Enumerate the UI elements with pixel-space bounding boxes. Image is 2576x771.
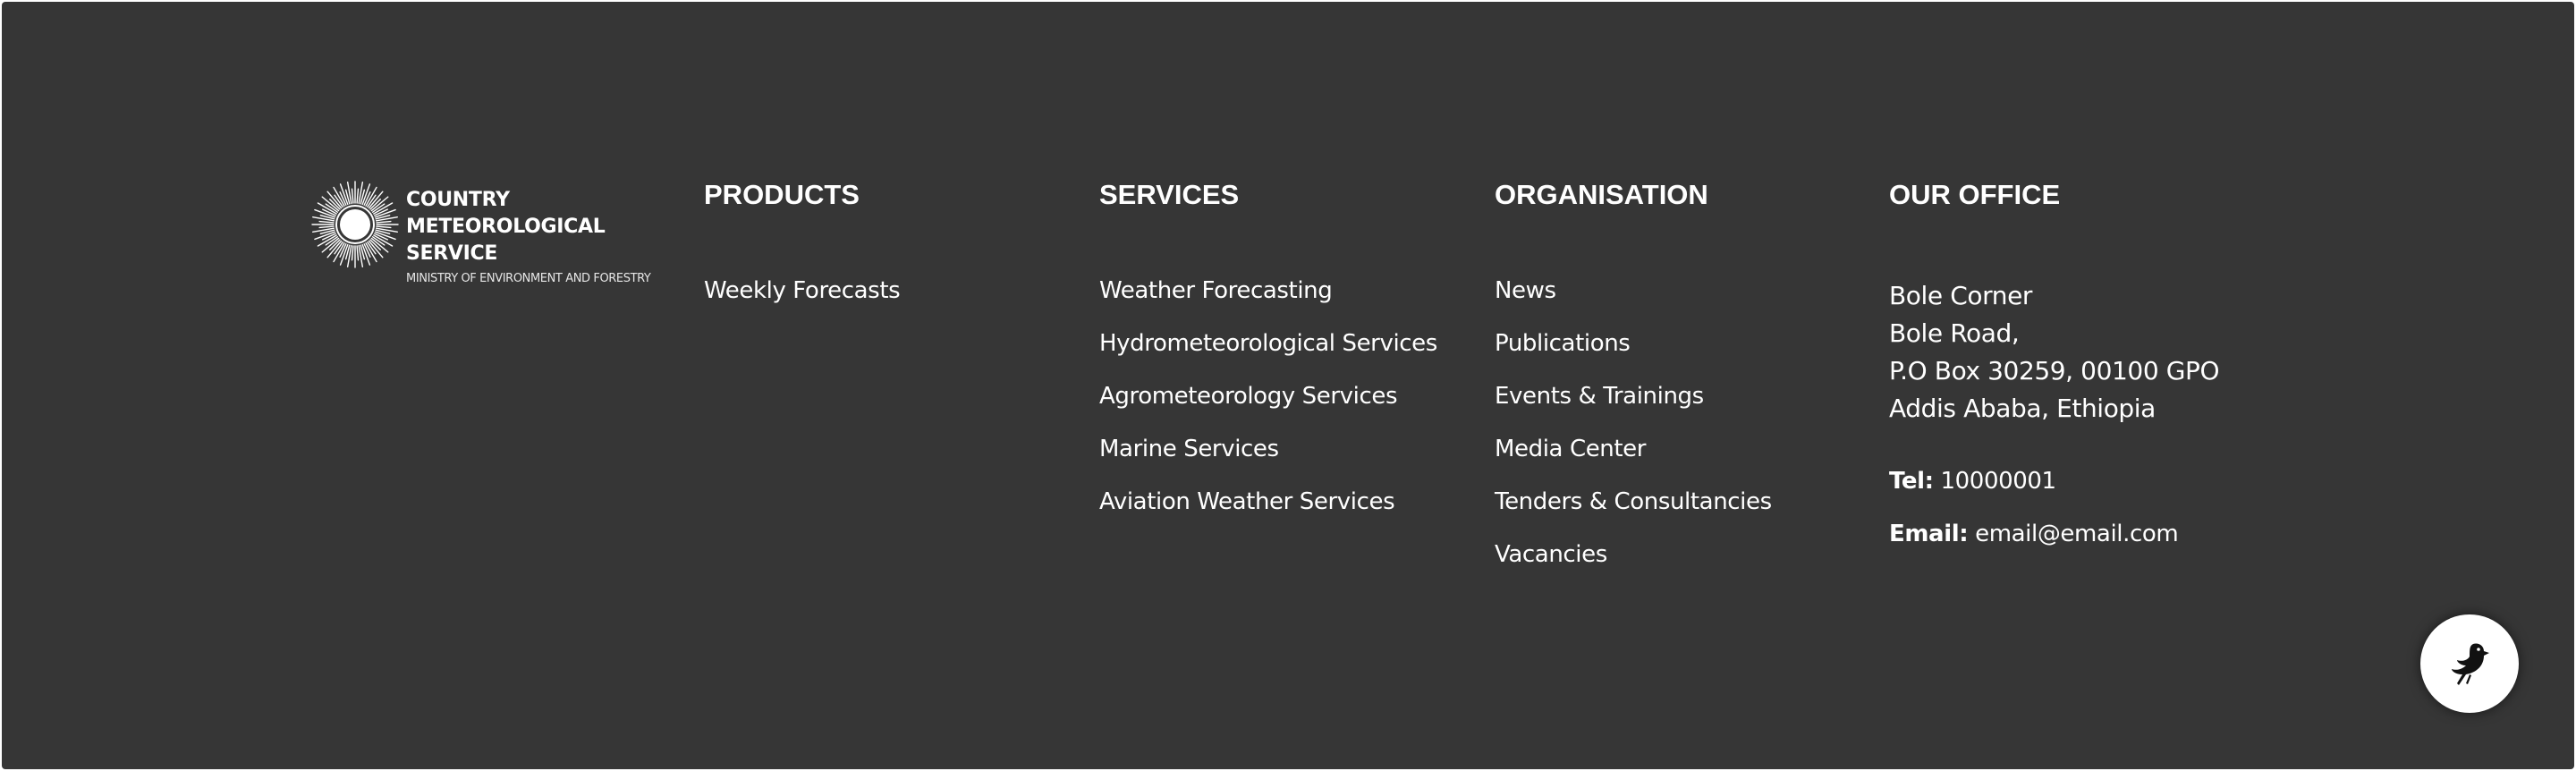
footer-link-hydrometeorological-services[interactable]: Hydrometeorological Services (1099, 328, 1437, 381)
organisation-links: News Publications Events & Trainings Med… (1495, 275, 1772, 592)
footer-link-tenders-consultancies[interactable]: Tenders & Consultancies (1495, 487, 1772, 539)
footer-link-weekly-forecasts[interactable]: Weekly Forecasts (704, 275, 901, 328)
office-email: Email: email@email.com (1889, 519, 2179, 549)
address-line: Addis Ababa, Ethiopia (1889, 394, 2156, 423)
products-heading: PRODUCTS (704, 179, 860, 210)
organisation-column: ORGANISATION News Publications Events & … (1495, 177, 1772, 568)
footer-link-marine-services[interactable]: Marine Services (1099, 434, 1437, 487)
footer-link-publications[interactable]: Publications (1495, 328, 1772, 381)
services-column: SERVICES Weather Forecasting Hydrometeor… (1099, 177, 1437, 515)
email-value[interactable]: email@email.com (1975, 521, 2179, 547)
bird-icon (2452, 643, 2489, 685)
phone-value[interactable]: 10000001 (1941, 468, 2057, 495)
sun-emblem-icon (311, 181, 399, 268)
products-column: PRODUCTS Weekly Forecasts (704, 177, 901, 304)
footer-link-media-center[interactable]: Media Center (1495, 434, 1772, 487)
email-label: Email: (1889, 521, 1969, 547)
logo-subtitle: MINISTRY OF ENVIRONMENT AND FORESTRY (406, 272, 651, 285)
services-links: Weather Forecasting Hydrometeorological … (1099, 275, 1437, 539)
floating-action-button[interactable] (2420, 614, 2519, 713)
address-line: P.O Box 30259, 00100 GPO (1889, 356, 2220, 386)
phone-label: Tel: (1889, 468, 1934, 495)
logo[interactable]: COUNTRY METEOROLOGICAL SERVICE MINISTRY … (310, 180, 677, 285)
office-address: Bole Corner Bole Road, P.O Box 30259, 00… (1889, 277, 2220, 428)
address-line: Bole Road, (1889, 318, 2020, 348)
footer-link-weather-forecasting[interactable]: Weather Forecasting (1099, 275, 1437, 328)
organisation-heading: ORGANISATION (1495, 179, 1708, 210)
footer-link-agrometeorology-services[interactable]: Agrometeorology Services (1099, 381, 1437, 434)
services-heading: SERVICES (1099, 179, 1240, 210)
site-footer: COUNTRY METEOROLOGICAL SERVICE MINISTRY … (2, 2, 2574, 769)
office-column: OUR OFFICE Bole Corner Bole Road, P.O Bo… (1889, 177, 2220, 547)
logo-name-line2: SERVICE (406, 242, 498, 265)
office-phone: Tel: 10000001 (1889, 466, 2056, 496)
footer-link-vacancies[interactable]: Vacancies (1495, 539, 1772, 592)
logo-name-line1: COUNTRY METEOROLOGICAL (406, 189, 606, 238)
footer-link-aviation-weather-services[interactable]: Aviation Weather Services (1099, 487, 1437, 539)
office-heading: OUR OFFICE (1889, 179, 2061, 210)
footer-link-events-trainings[interactable]: Events & Trainings (1495, 381, 1772, 434)
products-links: Weekly Forecasts (704, 275, 901, 328)
address-line: Bole Corner (1889, 281, 2033, 310)
footer-link-news[interactable]: News (1495, 275, 1772, 328)
